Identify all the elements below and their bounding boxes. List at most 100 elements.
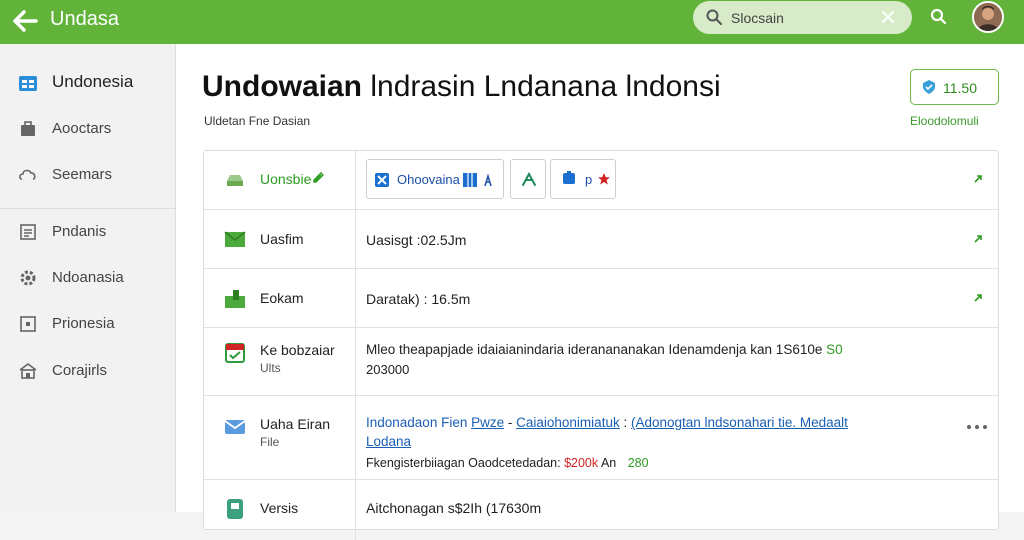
row-sublabel: File (260, 435, 280, 449)
edit-icon[interactable] (312, 172, 324, 184)
column-divider (355, 269, 356, 327)
app-title: Undasa (50, 8, 119, 30)
page-title-rest: lndrasin Lndanana lndonsi (362, 70, 721, 103)
action-button[interactable]: Ohoovaina (366, 159, 504, 199)
sidebar-item-undonesia[interactable]: Undonesia (0, 62, 176, 102)
link-secondary[interactable]: Pwze (471, 415, 504, 430)
row-value: Uasisgt :02.5Jm (366, 232, 467, 248)
pin-button-label: p (585, 172, 593, 187)
sidebar-item-ndoanasia[interactable]: Ndoanasia (0, 257, 176, 297)
row-label: Uaha Eiran (260, 416, 331, 432)
status-badge[interactable]: 11.50 (910, 69, 999, 105)
chart-icon (225, 290, 245, 308)
row-footer-mid: An (600, 456, 617, 470)
sidebar-item-label: Prionesia (52, 315, 115, 332)
building-icon (19, 363, 37, 379)
row-sublabel: Ults (260, 361, 281, 375)
briefcase-icon (21, 121, 35, 136)
chevron-right-icon[interactable] (972, 233, 984, 245)
chevron-right-icon[interactable] (972, 292, 984, 304)
row-value: Daratak) : 16.5m (366, 291, 471, 307)
row-label: Uasfim (260, 231, 304, 247)
column-divider (355, 480, 356, 540)
checklist-icon (225, 343, 245, 363)
table-row[interactable]: Ke bobzaiar Ults Mleo theapapjade idaiai… (204, 328, 998, 396)
shield-icon (923, 80, 935, 94)
top-bar: Undasa Slocsain (0, 0, 1024, 44)
column-divider (355, 328, 356, 395)
grid-icon (19, 76, 37, 91)
link-primary[interactable]: Indonadaon Fien (366, 415, 467, 430)
row-value: Aitchonagan s$2Ih (17630m (366, 500, 542, 516)
sidebar: Undonesia Aooctars Seemars Pndanis Ndoan… (0, 44, 176, 512)
main-content: Undowaian lndrasin Lndanana lndonsi Ulde… (176, 44, 1024, 540)
image-icon (20, 316, 36, 332)
clear-search-icon[interactable] (879, 8, 897, 26)
badge-caption[interactable]: Eloodolomuli (910, 114, 979, 128)
sidebar-item-label: Pndanis (52, 223, 107, 240)
row-value-text: Mleo theapapjade idaiaianindaria iderana… (366, 342, 823, 357)
column-divider (355, 151, 356, 209)
inbox-icon (227, 175, 243, 186)
app-icon (375, 173, 389, 187)
table-row[interactable]: Versis Aitchonagan s$2Ih (17630m (204, 480, 998, 540)
star-icon (598, 173, 610, 185)
cloud-icon (19, 169, 36, 180)
search-input[interactable]: Slocsain (731, 10, 784, 26)
sidebar-item-seemars[interactable]: Seemars (0, 154, 176, 194)
avatar[interactable] (972, 1, 1004, 33)
row-footer-green: 280 (627, 456, 649, 470)
row-links: Indonadaon Fien Pwze - Caiaiohonimiatuk … (366, 415, 848, 430)
link-continued[interactable]: Lodana (366, 434, 411, 449)
action-button-label: Ohoovaina (397, 172, 460, 187)
row-label: Versis (260, 500, 299, 516)
search-bar[interactable]: Slocsain (693, 1, 912, 34)
row-footer-amount: $200k (564, 456, 599, 470)
row-label: Uonsbie (260, 171, 312, 187)
row-footer-text: Fkengisterbiiagan Oaodcetedadan: (366, 456, 561, 470)
table-row[interactable]: Uonsbie Ohoovaina p (204, 151, 998, 210)
column-divider (355, 210, 356, 268)
page-title-bold: Undowaian (202, 70, 363, 103)
mail-icon (224, 231, 246, 247)
pin-button[interactable]: p (550, 159, 616, 199)
mail-icon (224, 420, 246, 434)
page-subtitle: Uldetan Fne Dasian (204, 114, 311, 128)
data-table: Uonsbie Ohoovaina p Uasfim Uasisgt:02.5… (203, 150, 999, 540)
row-value-secondary: 203000 (366, 362, 410, 377)
sidebar-item-label: Undonesia (52, 72, 134, 91)
row-label: Eokam (260, 290, 304, 306)
back-arrow-icon[interactable] (10, 6, 40, 36)
sidebar-item-prionesia[interactable]: Prionesia (0, 303, 176, 343)
page-title: Undowaian lndrasin Lndanana lndonsi (202, 70, 721, 104)
table-row[interactable]: Eokam Daratak) : 16.5m (204, 269, 998, 328)
sidebar-item-label: Corajirls (52, 362, 108, 379)
column-divider (355, 396, 356, 479)
gear-icon (20, 270, 36, 286)
badge-value: 11.50 (943, 80, 977, 96)
table-row[interactable]: Uaha Eiran File Indonadaon Fien Pwze - C… (204, 396, 998, 480)
sidebar-item-aooctars[interactable]: Aooctars (0, 108, 176, 148)
share-button[interactable] (510, 159, 546, 199)
sidebar-item-pndanis[interactable]: Pndanis (0, 211, 176, 251)
search-icon (706, 9, 722, 25)
link-tertiary[interactable]: Caiaiohonimiatuk (516, 415, 620, 430)
share-icon (522, 171, 536, 186)
bookmark-icon (563, 171, 575, 184)
sidebar-item-label: Seemars (52, 166, 113, 183)
more-options-icon[interactable] (966, 424, 988, 430)
row-label: Ke bobzaiar (260, 342, 335, 358)
sidebar-item-label: Ndoanasia (52, 269, 124, 286)
search-icon[interactable] (929, 7, 949, 27)
sidebar-item-label: Aooctars (52, 120, 112, 137)
sidebar-divider (0, 208, 176, 209)
link-details[interactable]: (Adonogtan lndsonahari tie. Medaalt (631, 415, 848, 430)
row-value-tail: S0 (826, 342, 843, 357)
document-icon (227, 499, 243, 519)
sidebar-item-corajirls[interactable]: Corajirls (0, 350, 176, 390)
row-footer: Fkengisterbiiagan Oaodcetedadan: $200k A… (366, 456, 649, 470)
chevron-right-icon[interactable] (972, 173, 984, 185)
table-row[interactable]: Uasfim Uasisgt :02.5Jm (204, 210, 998, 269)
document-icon (20, 224, 36, 240)
table-icon (463, 173, 477, 187)
